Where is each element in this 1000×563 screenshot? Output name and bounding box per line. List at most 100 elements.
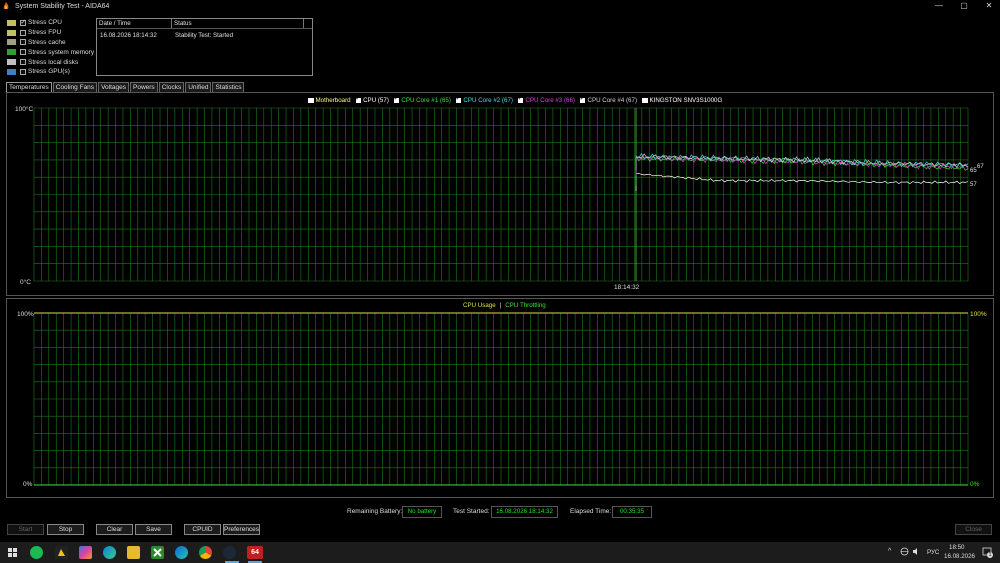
- stress-option-label: Stress CPU: [28, 19, 62, 27]
- temp-time-label: 18:14:32: [614, 284, 640, 291]
- log-table: Date / Time Status 16.08.2026 18:14:32 S…: [96, 18, 313, 76]
- disk-icon: [7, 59, 16, 66]
- close-window-button[interactable]: ✕: [976, 0, 1000, 12]
- stress-option-label: Stress system memory: [28, 48, 95, 56]
- usage-right-top-label: 100%: [970, 311, 987, 318]
- stress-option-label: Stress FPU: [28, 29, 62, 37]
- start-button[interactable]: Start: [7, 524, 44, 535]
- temp-series-line: [635, 172, 969, 191]
- log-header-status[interactable]: Status: [172, 19, 304, 28]
- minimize-icon: —: [935, 1, 943, 10]
- maximize-button[interactable]: ▢: [951, 0, 977, 12]
- taskbar: 64 ^ РУС 18:50 16.08.2026 1: [0, 542, 1000, 563]
- volume-icon[interactable]: [912, 547, 921, 558]
- usage-y-bottom-label: 0%: [23, 481, 33, 488]
- clock-time[interactable]: 18:50: [949, 544, 964, 551]
- cpu-usage-chart: 100% 0% 100% 0%: [17, 311, 987, 488]
- stress-option-label: Stress local disks: [28, 58, 79, 66]
- stress-checkbox[interactable]: [20, 68, 26, 75]
- tab-powers[interactable]: Powers: [130, 82, 158, 92]
- tab-statistics[interactable]: Statistics: [212, 82, 245, 92]
- log-row-datetime: 16.08.2026 18:14:32: [100, 32, 157, 39]
- temp-y-top-label: 100°C: [15, 105, 33, 113]
- temp-series-line: [635, 155, 969, 176]
- tab-temperatures[interactable]: Temperatures: [6, 82, 52, 92]
- clear-button[interactable]: Clear: [96, 524, 133, 535]
- preferences-button[interactable]: Preferences: [223, 524, 260, 535]
- edge-icon[interactable]: [103, 546, 116, 559]
- temp-end-label-57: 57: [970, 182, 977, 188]
- tab-voltages[interactable]: Voltages: [98, 82, 129, 92]
- usage-right-bottom-label: 0%: [970, 481, 980, 488]
- maximize-icon: ▢: [960, 1, 968, 10]
- stress-options: Stress CPU Stress FPUStress cache Stress s…: [7, 18, 97, 77]
- temp-y-bottom-label: 0°C: [20, 278, 31, 286]
- stress-option-label: Stress GPU(s): [28, 68, 70, 76]
- tab-unified[interactable]: Unified: [185, 82, 212, 92]
- tray-expand-icon[interactable]: ^: [888, 548, 891, 555]
- minimize-button[interactable]: —: [926, 0, 952, 12]
- chrome-icon[interactable]: [199, 546, 212, 559]
- tab-bar: Temperatures Cooling Fans Voltages Powers Cl…: [6, 82, 245, 92]
- elapsed-time-label: Elapsed Time:: [570, 508, 612, 515]
- stress-option[interactable]: Stress local disks: [7, 57, 97, 67]
- stress-option-label: Stress cache: [28, 38, 66, 46]
- winamp-icon[interactable]: [55, 546, 68, 559]
- save-button[interactable]: Save: [135, 524, 172, 535]
- steam-icon[interactable]: [223, 546, 236, 559]
- temperature-chart: 100°C 0°C 18:14:32 67 65 57: [15, 105, 984, 291]
- spotify-icon[interactable]: [30, 546, 43, 559]
- battery-value: No battery: [402, 506, 442, 518]
- copilot-icon[interactable]: [79, 546, 92, 559]
- log-header: Date / Time Status: [97, 19, 312, 29]
- stop-button[interactable]: Stop: [47, 524, 84, 535]
- usage-y-top-label: 100%: [17, 311, 34, 318]
- aida64-icon[interactable]: 64: [247, 546, 263, 559]
- log-header-datetime[interactable]: Date / Time: [97, 19, 172, 28]
- close-button[interactable]: Close: [955, 524, 992, 535]
- elapsed-time-value: 00:35:35: [612, 506, 652, 518]
- stress-checkbox[interactable]: [20, 29, 26, 36]
- stress-checkbox[interactable]: [20, 49, 26, 56]
- aida64-taskbar-label: 64: [251, 549, 259, 556]
- test-started-label: Test Started:: [453, 508, 490, 515]
- log-row-status: Stability Test: Started: [175, 32, 234, 39]
- memory-icon: [7, 49, 16, 56]
- cache-icon: [7, 39, 16, 46]
- log-row[interactable]: 16.08.2026 18:14:32 Stability Test: Star…: [97, 31, 312, 41]
- window-title: System Stability Test - AIDA64: [15, 2, 110, 10]
- temperature-chart-panel: MotherboardCPU (57)CPU Core #1 (65)CPU C…: [6, 92, 994, 296]
- stress-option[interactable]: Stress cache: [7, 38, 97, 48]
- clock-date[interactable]: 16.08.2026: [944, 553, 975, 560]
- stress-option[interactable]: Stress CPU: [7, 18, 97, 28]
- status-bar: Remaining Battery: No battery Test Start…: [0, 506, 1000, 520]
- temp-series-line: [635, 153, 969, 171]
- stress-checkbox[interactable]: [20, 39, 26, 46]
- cpuid-button[interactable]: CPUID: [184, 524, 221, 535]
- test-started-value: 16.08.2026 18:14:32: [491, 506, 558, 518]
- stress-option[interactable]: Stress system memory: [7, 47, 97, 57]
- fpu-icon: [7, 29, 16, 36]
- battery-label: Remaining Battery:: [347, 508, 403, 515]
- edge-dev-icon[interactable]: [175, 546, 188, 559]
- notification-count-badge: 1: [987, 552, 993, 558]
- stress-checkbox[interactable]: [20, 18, 26, 26]
- stress-checkbox[interactable]: [20, 59, 26, 66]
- tab-clocks[interactable]: Clocks: [158, 82, 185, 92]
- aida64-flame-icon: [3, 2, 9, 9]
- stress-option[interactable]: Stress GPU(s): [7, 67, 97, 77]
- temp-end-label-67: 67: [977, 164, 984, 170]
- network-icon[interactable]: [900, 547, 909, 558]
- stress-option[interactable]: Stress FPU: [7, 28, 97, 38]
- temp-end-label-65: 65: [970, 168, 977, 174]
- language-indicator[interactable]: РУС: [927, 549, 939, 556]
- title-bar: System Stability Test - AIDA64: [0, 0, 1000, 12]
- close-icon: ✕: [985, 1, 993, 10]
- cpu-usage-chart-panel: CPU Usage | CPU Throttling 100% 0% 100% 0%: [6, 298, 994, 498]
- gpu-icon: [7, 68, 16, 75]
- tab-cooling-fans[interactable]: Cooling Fans: [52, 82, 98, 92]
- explorer-icon[interactable]: [127, 546, 140, 559]
- xbox-icon[interactable]: [151, 546, 164, 559]
- cpu-icon: [7, 19, 16, 26]
- windows-icon[interactable]: [6, 546, 19, 559]
